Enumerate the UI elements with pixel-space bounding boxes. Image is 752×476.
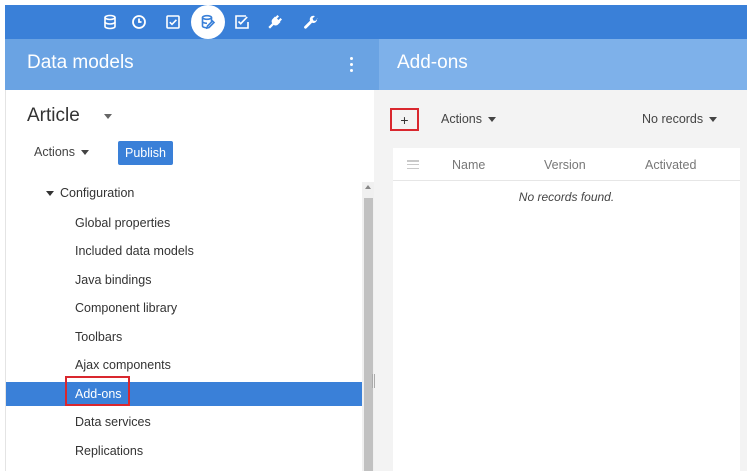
add-ons-table: Name Version Activated No records found. <box>393 148 740 471</box>
tree-node-label: Configuration <box>60 186 135 200</box>
column-header-name[interactable]: Name <box>452 158 485 172</box>
scrollbar-thumb[interactable] <box>364 198 373 471</box>
tree-item-label: Ajax components <box>75 358 171 372</box>
add-ons-highlight-box <box>65 376 130 406</box>
tree-item-label: Data services <box>75 415 151 429</box>
tree-item-label: Replications <box>75 444 144 458</box>
tree-item-toolbars[interactable]: Toolbars <box>6 325 362 349</box>
clock-icon[interactable] <box>125 8 153 36</box>
records-filter-dropdown[interactable]: No records <box>642 112 718 126</box>
tree-item-replications[interactable]: Replications <box>6 439 362 463</box>
table-header: Name Version Activated <box>393 148 740 181</box>
database-icon[interactable] <box>96 8 124 36</box>
tree-item-label: Toolbars <box>75 330 123 344</box>
empty-table-message: No records found. <box>518 190 615 204</box>
wrench-icon[interactable] <box>297 8 325 36</box>
actions-menu-button[interactable]: Actions <box>34 145 89 159</box>
publish-button[interactable]: Publish <box>118 141 173 165</box>
task-edit-icon[interactable] <box>228 8 256 36</box>
chevron-down-icon <box>488 116 496 122</box>
add-ons-header: Add-ons <box>379 39 747 90</box>
chevron-down-icon <box>709 116 718 122</box>
tree-item-component-library[interactable]: Component library <box>6 296 362 320</box>
plug-icon[interactable] <box>261 8 289 36</box>
actions-label: Actions <box>441 112 482 126</box>
add-button[interactable]: + <box>390 108 419 131</box>
data-models-header: Data models <box>5 39 379 90</box>
app-window: Data models Add-ons Article Actions Publ… <box>0 0 752 476</box>
expand-icon[interactable] <box>46 190 54 196</box>
column-menu-icon[interactable] <box>407 160 419 169</box>
column-header-activated[interactable]: Activated <box>645 158 696 172</box>
page-title: Data models <box>27 52 134 73</box>
section-title: Add-ons <box>397 52 468 73</box>
actions-menu-button[interactable]: Actions <box>441 112 496 126</box>
checkbox-icon[interactable] <box>159 8 187 36</box>
tree-item-included-data-models[interactable]: Included data models <box>6 239 362 263</box>
top-nav-bar <box>5 5 747 39</box>
splitter-grip-icon[interactable] <box>372 374 375 388</box>
tree-item-label: Component library <box>75 301 178 315</box>
model-dropdown-icon[interactable] <box>104 114 112 119</box>
scroll-up-icon[interactable] <box>365 185 371 189</box>
tree-item-label: Included data models <box>75 244 194 258</box>
data-model-icon[interactable] <box>191 5 225 39</box>
tree-item-label: Java bindings <box>75 273 152 287</box>
records-filter-label: No records <box>642 112 704 126</box>
tree-item-label: Global properties <box>75 216 171 230</box>
tree-node-configuration[interactable]: Configuration <box>46 186 134 200</box>
add-ons-panel: + Actions No records Name Version Activa… <box>379 90 747 471</box>
tree-item-java-bindings[interactable]: Java bindings <box>6 268 362 292</box>
model-name: Article <box>27 105 80 126</box>
tree-item-global-properties[interactable]: Global properties <box>6 211 362 235</box>
kebab-menu-icon[interactable] <box>344 53 358 75</box>
tree-item-add-ons[interactable]: Add-ons <box>6 382 362 406</box>
tree-item-data-services[interactable]: Data services <box>6 410 362 434</box>
chevron-down-icon <box>81 149 89 155</box>
column-header-version[interactable]: Version <box>544 158 586 172</box>
data-model-panel: Article Actions Publish Configuration Gl… <box>5 90 375 471</box>
tree-item-ajax-components[interactable]: Ajax components <box>6 353 362 377</box>
actions-label: Actions <box>34 145 75 159</box>
